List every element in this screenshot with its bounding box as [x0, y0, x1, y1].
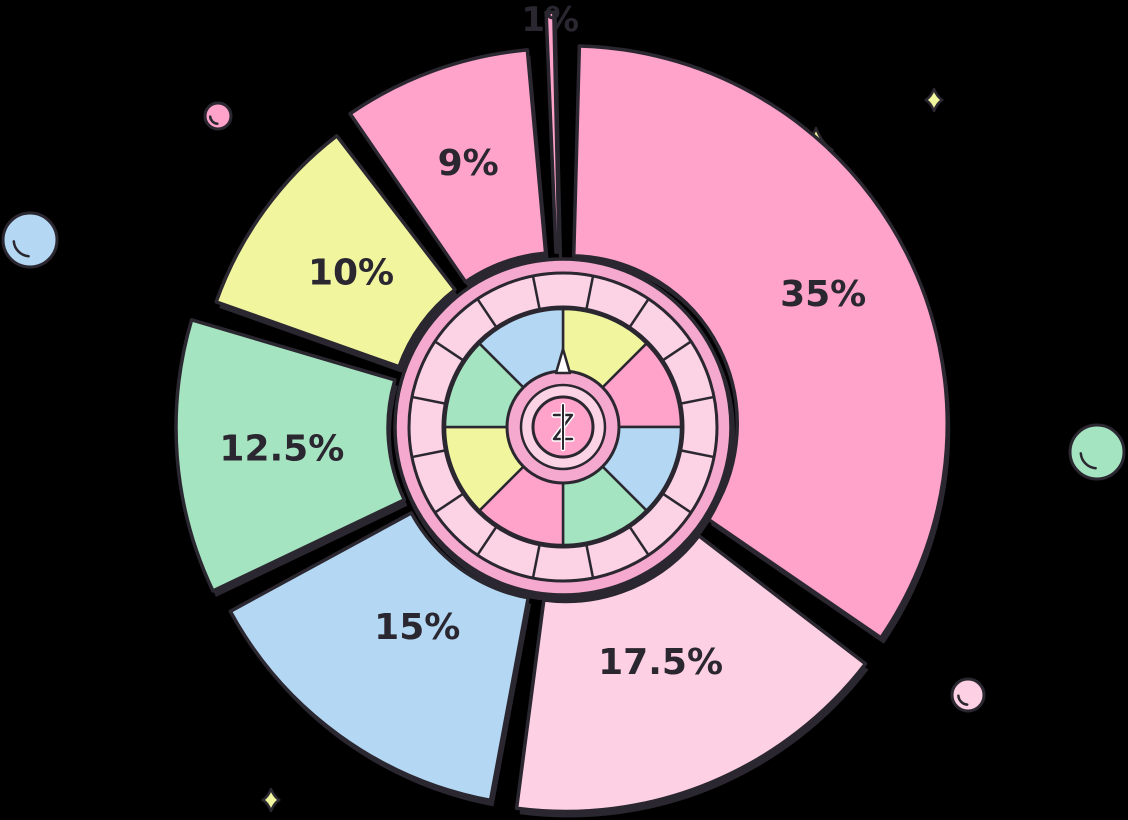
blue-bubble-icon — [1, 211, 59, 269]
slice-label: 17.5% — [598, 642, 723, 683]
green-bubble-icon — [1068, 423, 1126, 481]
slice-label: 15% — [374, 607, 460, 648]
coin-icon — [531, 395, 595, 459]
slice-label: 10% — [308, 253, 394, 294]
slice-label: 9% — [438, 143, 499, 184]
sparkle-icon — [924, 87, 944, 113]
pink-bubble-icon — [950, 677, 986, 713]
roulette-wheel — [393, 257, 735, 602]
donut-chart: 35% 17.5% 15% 12.5% 10% 9% 1% — [1, 0, 1126, 818]
slice-label: 12.5% — [219, 429, 344, 470]
slice-label: 1% — [521, 0, 579, 40]
pink-bubble-icon — [203, 101, 233, 131]
sparkle-icon — [261, 787, 281, 813]
slice-label: 35% — [780, 274, 866, 315]
